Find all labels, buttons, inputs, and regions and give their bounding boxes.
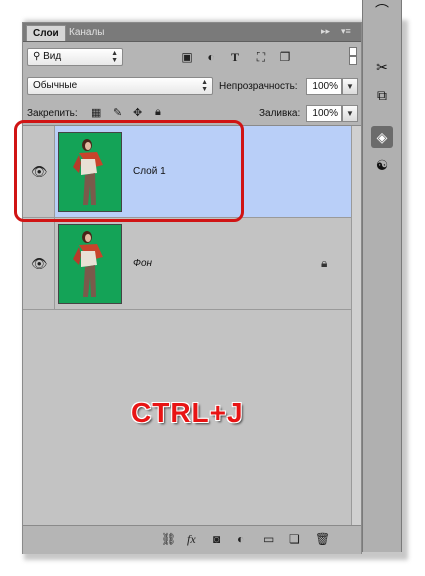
link-layers-icon[interactable]: ⛓ [161, 532, 176, 546]
selected-layer-highlight [14, 120, 244, 222]
collapse-icon[interactable]: ▸▸ [321, 26, 330, 37]
layer-row-background[interactable]: 👁︎ Фон 🔒︎ [23, 218, 351, 310]
search-icon: ⚲ [33, 51, 41, 62]
tab-layers[interactable]: Слои [26, 25, 66, 41]
layer-filter-select[interactable]: ⚲ Вид ▲ ▼ [27, 48, 123, 66]
tab-channels[interactable]: Каналы [63, 25, 111, 41]
filter-shape-icon[interactable]: ⛶ [251, 49, 271, 65]
lock-pixels-icon[interactable]: ✎ [113, 106, 122, 119]
lock-position-icon[interactable]: ✥ [133, 106, 142, 119]
layers-panel-icon[interactable]: ◈ [371, 126, 393, 148]
opacity-label: Непрозрачность: [219, 81, 298, 92]
filter-smart-object-icon[interactable]: ❐ [275, 49, 295, 65]
shortcut-caption: CTRL+J [131, 397, 244, 428]
panel-footer: ⛓ fx ◙ ◐ ▭ ❏ 🗑︎ [23, 525, 361, 554]
fill-dropdown[interactable]: ▼ [342, 105, 358, 122]
layer-thumbnail [58, 224, 122, 304]
fill-input[interactable]: 100% [306, 105, 342, 122]
layer-filter-value: Вид [43, 51, 62, 62]
layer-name: Фон [133, 258, 153, 269]
fx-icon[interactable]: fx [187, 532, 196, 547]
filter-adjustment-icon[interactable]: ◐ [201, 49, 221, 65]
visibility-column: 👁︎ [23, 218, 55, 309]
trash-icon[interactable]: 🗑︎ [315, 532, 330, 546]
panel-menu-icon[interactable]: ▾≡ [341, 26, 351, 37]
blend-mode-value: Обычные [33, 80, 78, 91]
filter-type-icon[interactable]: T [225, 49, 245, 65]
new-layer-icon[interactable]: ❏ [289, 532, 300, 546]
blend-mode-select[interactable]: Обычные ▲ ▼ [27, 77, 213, 95]
channels-icon[interactable]: ☯ [371, 154, 393, 176]
layers-scrollbar[interactable] [351, 126, 361, 526]
filter-pixel-icon[interactable]: ▣ [177, 49, 197, 65]
eye-icon[interactable]: 👁︎ [31, 256, 48, 272]
lock-icon: 🔒︎ [321, 256, 328, 270]
lock-label: Закрепить: [27, 108, 78, 119]
opacity-input[interactable]: 100% [306, 78, 342, 95]
opacity-dropdown[interactable]: ▼ [342, 78, 358, 95]
select-arrows-icon: ▲ ▼ [111, 50, 118, 64]
add-mask-icon[interactable]: ◙ [213, 532, 220, 546]
tools-icon[interactable]: ✂ [371, 56, 393, 78]
pen-path-icon[interactable]: ⌒ [371, 0, 393, 22]
lock-transparent-icon[interactable]: ▦ [91, 106, 101, 119]
select-arrows-icon: ▲ ▼ [201, 79, 208, 93]
new-group-icon[interactable]: ▭ [263, 532, 274, 546]
adjustment-layer-icon[interactable]: ◐ [237, 532, 244, 546]
fill-label: Заливка: [259, 108, 301, 119]
lock-all-icon[interactable]: 🔒︎ [155, 106, 161, 119]
panel-tabbar: Слои Каналы ▸▸ ▾≡ [23, 23, 361, 42]
layers-panel: Слои Каналы ▸▸ ▾≡ ⚲ Вид ▲ ▼ ▣ ◐ T ⛶ ❐ Обы… [22, 22, 362, 554]
woman-figure-icon [59, 225, 121, 303]
3d-icon[interactable]: ⧉ [371, 84, 393, 106]
right-dock: ⌒ ✂ ⧉ ◈ ☯ [362, 0, 402, 552]
filter-toggle[interactable] [349, 47, 357, 65]
